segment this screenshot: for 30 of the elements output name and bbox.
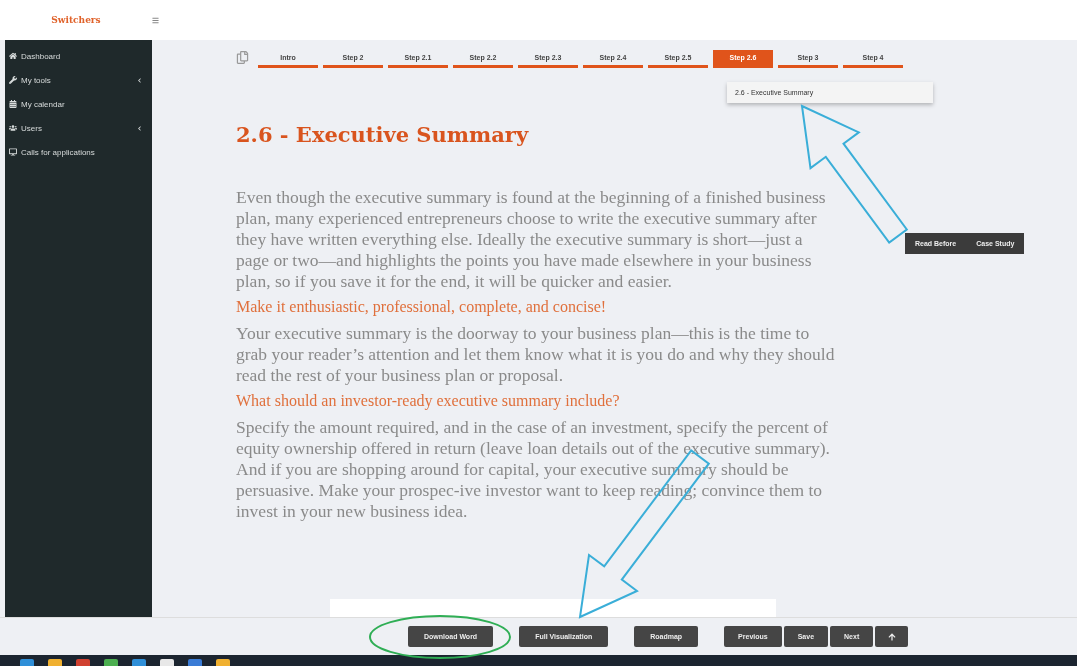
users-icon	[9, 124, 17, 132]
chevron-icon	[137, 77, 142, 83]
logo: Switchers	[51, 15, 101, 25]
taskbar-icon[interactable]	[160, 659, 174, 666]
arrow-up-icon	[887, 632, 896, 641]
taskbar-icon[interactable]	[20, 659, 34, 666]
subheading: What should an investor-ready executive summary include?	[236, 391, 621, 411]
page-title: 2.6 - Executive Summary	[236, 122, 530, 147]
sidebar-item[interactable]: Dashboard	[5, 46, 152, 66]
menu-icon[interactable]	[152, 16, 159, 24]
sidebar-item[interactable]: My tools	[5, 70, 152, 90]
taskbar-icon[interactable]	[216, 659, 230, 666]
copy-icon[interactable]	[236, 51, 249, 64]
taskbar-icon[interactable]	[188, 659, 202, 666]
paragraph: Even though the executive summary is found at the beginning of a finished business plan, many experienced entrepreneurs choose to write the executive summary after they have written everything else. Ideally the executive summary is short—just a page or two—and highlights the points you have made elsewhere in your business plan, so if you save it for the end, it will be quicker and easier.	[236, 187, 827, 292]
scroll-top-button[interactable]	[875, 626, 909, 647]
wrench-icon	[9, 76, 17, 84]
monitor-icon	[9, 148, 17, 156]
home-icon	[9, 52, 17, 60]
taskbar-icon[interactable]	[104, 659, 118, 666]
paragraph: Your executive summary is the doorway to your business plan—this is the time to grab your reader’s attention and let them know what it is you do and why they should read the rest of your business plan or proposal.	[236, 323, 836, 386]
sidebar-item[interactable]: Users	[5, 118, 152, 138]
taskbar-icon[interactable]	[48, 659, 62, 666]
calendar-icon	[9, 100, 17, 108]
sidebar-item[interactable]: My calendar	[5, 94, 152, 114]
taskbar-icon[interactable]	[76, 659, 90, 666]
sidebar-item[interactable]: Calls for applications	[5, 142, 152, 162]
chevron-icon	[137, 125, 142, 131]
taskbar-icon[interactable]	[132, 659, 146, 666]
subheading: Make it enthusiastic, professional, complete, and concise!	[236, 297, 608, 317]
